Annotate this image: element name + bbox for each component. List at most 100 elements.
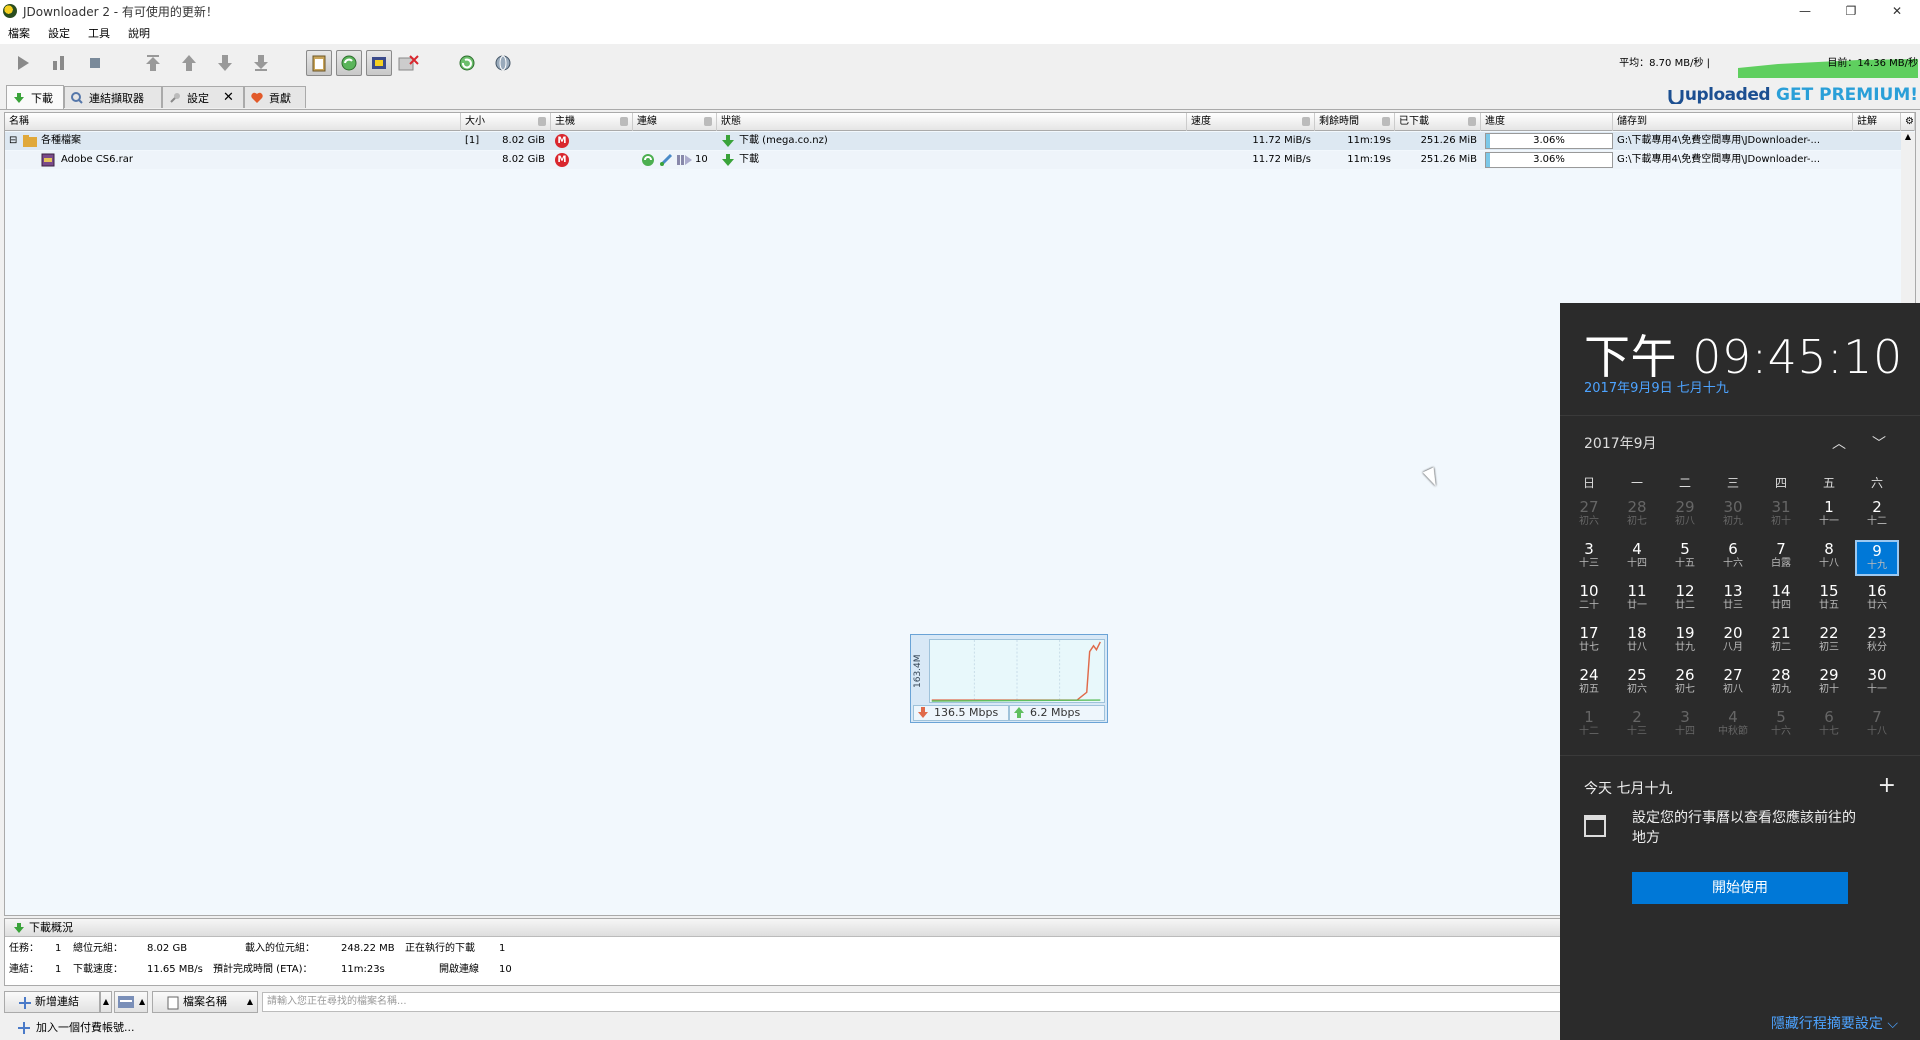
calendar-day[interactable]: 1 十二 bbox=[1567, 708, 1611, 744]
clipboard-observer-button[interactable] bbox=[306, 50, 332, 76]
get-started-button[interactable]: 開始使用 bbox=[1632, 872, 1848, 904]
calendar-day[interactable]: 13 廿三 bbox=[1711, 582, 1755, 618]
calendar-day[interactable]: 23 秋分 bbox=[1855, 624, 1899, 660]
menu-tools[interactable]: 工具 bbox=[88, 25, 110, 41]
calendar-day[interactable]: 14 廿四 bbox=[1759, 582, 1803, 618]
col-eta[interactable]: 剩餘時間 bbox=[1315, 113, 1395, 131]
calendar-day[interactable]: 19 廿九 bbox=[1663, 624, 1707, 660]
col-connections[interactable]: 連線 bbox=[633, 113, 717, 131]
calendar-day[interactable]: 10 二十 bbox=[1567, 582, 1611, 618]
col-progress[interactable]: 進度 bbox=[1481, 113, 1613, 131]
minimize-icon[interactable]: — bbox=[1782, 0, 1828, 22]
calendar-month[interactable]: 2017年9月 bbox=[1584, 433, 1657, 453]
calendar-day[interactable]: 28 初九 bbox=[1759, 666, 1803, 702]
tab-linkgrabber[interactable]: 連結擷取器 bbox=[64, 86, 162, 108]
clock-date-link[interactable]: 2017年9月9日 七月十九 bbox=[1584, 377, 1729, 396]
file-row[interactable]: Adobe CS6.rar 8.02 GiB M 10 下載 11.72 MiB… bbox=[5, 151, 1901, 169]
reconnect-now-button[interactable] bbox=[454, 50, 480, 76]
col-name[interactable]: 名稱 bbox=[5, 113, 461, 131]
calendar-day[interactable]: 15 廿五 bbox=[1807, 582, 1851, 618]
add-event-icon[interactable]: + bbox=[1878, 773, 1896, 798]
calendar-day[interactable]: 31 初十 bbox=[1759, 498, 1803, 534]
package-row[interactable]: ⊟ 各種檔案 [1] 8.02 GiB M 下載 (mega.co.nz) 11… bbox=[5, 132, 1901, 150]
move-up-button[interactable] bbox=[176, 50, 202, 76]
close-tab-icon[interactable]: ✕ bbox=[223, 90, 234, 105]
col-speed[interactable]: 速度 bbox=[1187, 113, 1315, 131]
col-downloaded[interactable]: 已下載 bbox=[1395, 113, 1481, 131]
expand-toggle-icon[interactable]: ⊟ bbox=[9, 132, 17, 150]
silent-mode-button[interactable] bbox=[396, 50, 422, 76]
calendar-day[interactable]: 20 八月 bbox=[1711, 624, 1755, 660]
calendar-day[interactable]: 25 初六 bbox=[1615, 666, 1659, 702]
tab-downloads[interactable]: 下載 bbox=[6, 85, 64, 109]
menu-help[interactable]: 說明 bbox=[128, 25, 150, 41]
calendar-day[interactable]: 6 十七 bbox=[1807, 708, 1851, 744]
close-icon[interactable]: ✕ bbox=[1874, 0, 1920, 22]
pause-downloads-button[interactable] bbox=[46, 50, 72, 76]
calendar-day[interactable]: 18 廿八 bbox=[1615, 624, 1659, 660]
calendar-day[interactable]: 29 初八 bbox=[1663, 498, 1707, 534]
calendar-day[interactable]: 16 廿六 bbox=[1855, 582, 1899, 618]
search-scope-button[interactable]: 檔案名稱 ▲ bbox=[152, 991, 258, 1013]
start-downloads-button[interactable] bbox=[10, 50, 36, 76]
calendar-day[interactable]: 11 廿一 bbox=[1615, 582, 1659, 618]
calendar-day[interactable]: 8 十八 bbox=[1807, 540, 1851, 576]
calendar-day-today[interactable]: 9 十九 bbox=[1855, 540, 1899, 576]
calendar-day[interactable]: 7 十八 bbox=[1855, 708, 1899, 744]
premium-toggle-button[interactable] bbox=[366, 50, 392, 76]
col-comment[interactable]: 註解 bbox=[1853, 113, 1901, 131]
calendar-day[interactable]: 22 初三 bbox=[1807, 624, 1851, 660]
menu-settings[interactable]: 設定 bbox=[48, 25, 70, 41]
add-links-button[interactable]: 新增連結 bbox=[4, 991, 100, 1013]
calendar-day[interactable]: 3 十三 bbox=[1567, 540, 1611, 576]
calendar-day[interactable]: 3 十四 bbox=[1663, 708, 1707, 744]
calendar-day[interactable]: 4 中秋節 bbox=[1711, 708, 1755, 744]
calendar-day[interactable]: 1 十一 bbox=[1807, 498, 1851, 534]
view-options-button[interactable]: ▲ bbox=[114, 991, 148, 1013]
previous-month-icon[interactable]: ︿ bbox=[1832, 433, 1846, 453]
calendar-day[interactable]: 4 十四 bbox=[1615, 540, 1659, 576]
calendar-day[interactable]: 7 白露 bbox=[1759, 540, 1803, 576]
col-host[interactable]: 主機 bbox=[551, 113, 633, 131]
move-down-button[interactable] bbox=[212, 50, 238, 76]
tab-settings[interactable]: 設定 ✕ bbox=[162, 86, 244, 108]
scroll-up-icon[interactable]: ▲ bbox=[1901, 132, 1915, 141]
stop-downloads-button[interactable] bbox=[82, 50, 108, 76]
calendar-day[interactable]: 30 初九 bbox=[1711, 498, 1755, 534]
premium-banner[interactable]: uploaded GET PREMIUM! bbox=[1667, 85, 1918, 105]
calendar-day[interactable]: 21 初二 bbox=[1759, 624, 1803, 660]
search-input[interactable]: 請輸入您正在尋找的檔案名稱... bbox=[262, 992, 1562, 1012]
menu-file[interactable]: 檔案 bbox=[8, 25, 30, 41]
calendar-day[interactable]: 5 十六 bbox=[1759, 708, 1803, 744]
play-icon bbox=[18, 56, 29, 70]
calendar-day[interactable]: 28 初七 bbox=[1615, 498, 1659, 534]
column-settings-icon[interactable]: ⚙ bbox=[1901, 113, 1915, 131]
tab-contribute[interactable]: 貢獻 bbox=[244, 86, 306, 108]
move-top-button[interactable] bbox=[140, 50, 166, 76]
calendar-day[interactable]: 5 十五 bbox=[1663, 540, 1707, 576]
speed-meter-widget[interactable]: 163.4M 136.5 Mbps 6.2 Mbps bbox=[910, 634, 1108, 723]
calendar-day[interactable]: 27 初六 bbox=[1567, 498, 1611, 534]
calendar-day[interactable]: 2 十二 bbox=[1855, 498, 1899, 534]
auto-reconnect-button[interactable] bbox=[336, 50, 362, 76]
calendar-day[interactable]: 17 廿七 bbox=[1567, 624, 1611, 660]
calendar-day[interactable]: 30 十一 bbox=[1855, 666, 1899, 702]
next-month-icon[interactable]: ﹀ bbox=[1872, 433, 1886, 453]
calendar-day[interactable]: 24 初五 bbox=[1567, 666, 1611, 702]
add-links-menu-icon[interactable]: ▲ bbox=[100, 991, 112, 1013]
add-premium-account-link[interactable]: 加入一個付費帳號... bbox=[36, 1021, 135, 1034]
col-status[interactable]: 狀態 bbox=[717, 113, 1187, 131]
calendar-day[interactable]: 12 廿二 bbox=[1663, 582, 1707, 618]
update-button[interactable] bbox=[490, 50, 516, 76]
col-size[interactable]: 大小 bbox=[461, 113, 551, 131]
restore-icon[interactable]: ❐ bbox=[1828, 0, 1874, 22]
calendar-day[interactable]: 27 初八 bbox=[1711, 666, 1755, 702]
calendar-day[interactable]: 29 初十 bbox=[1807, 666, 1851, 702]
calendar-day[interactable]: 6 十六 bbox=[1711, 540, 1755, 576]
move-bottom-button[interactable] bbox=[248, 50, 274, 76]
col-save-to[interactable]: 儲存到 bbox=[1613, 113, 1853, 131]
day-number: 13 bbox=[1723, 582, 1743, 600]
calendar-day[interactable]: 2 十三 bbox=[1615, 708, 1659, 744]
hide-agenda-link[interactable]: 隱藏行程摘要設定 ⌵ bbox=[1771, 1013, 1898, 1033]
calendar-day[interactable]: 26 初七 bbox=[1663, 666, 1707, 702]
